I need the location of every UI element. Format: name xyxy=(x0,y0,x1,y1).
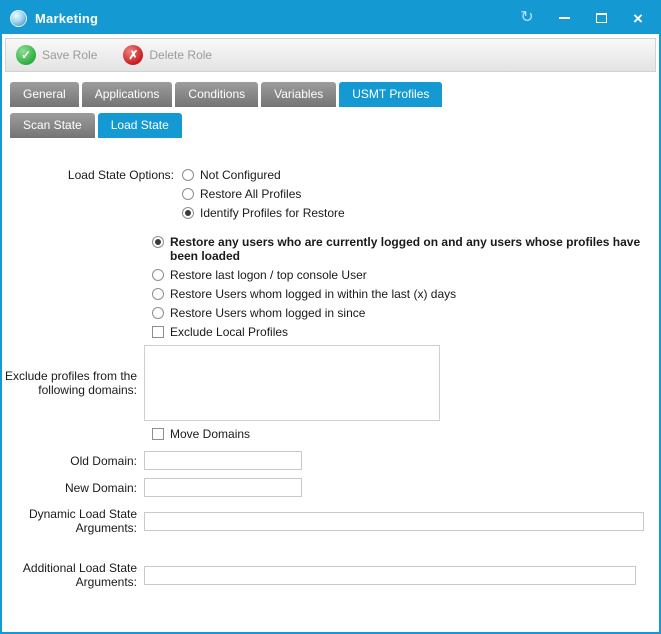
move-domains-label: Move Domains xyxy=(170,427,250,441)
save-check-icon: ✓ xyxy=(16,45,36,65)
load-state-options-group: Not Configured Restore All Profiles Iden… xyxy=(182,168,345,225)
window-controls: ↻ × xyxy=(520,9,645,27)
option-restore-since-label: Restore Users whom logged in since xyxy=(170,306,365,320)
close-button[interactable]: × xyxy=(631,9,645,27)
option-restore-last-x-days-label: Restore Users whom logged in within the … xyxy=(170,287,456,301)
delete-role-label: Delete Role xyxy=(149,48,212,62)
option-restore-logged-on-users-label: Restore any users who are currently logg… xyxy=(170,235,654,263)
exclude-domains-label: Exclude profiles from the following doma… xyxy=(2,369,144,397)
option-restore-last-x-days: Restore Users whom logged in within the … xyxy=(152,287,654,301)
toolbar: ✓ Save Role ✗ Delete Role xyxy=(5,38,656,72)
load-state-panel: Load State Options: Not Configured Resto… xyxy=(2,138,659,589)
radio-restore-all-profiles[interactable] xyxy=(182,188,194,200)
option-restore-all-profiles: Restore All Profiles xyxy=(182,187,345,201)
minimize-icon xyxy=(559,17,570,19)
old-domain-row: Old Domain: xyxy=(2,451,659,470)
option-restore-since: Restore Users whom logged in since xyxy=(152,306,654,320)
move-domains-row: Move Domains xyxy=(152,427,659,441)
new-domain-label: New Domain: xyxy=(2,481,144,495)
option-not-configured: Not Configured xyxy=(182,168,345,182)
save-role-label: Save Role xyxy=(42,48,97,62)
exclude-local-profiles-checkbox[interactable] xyxy=(152,326,164,338)
option-restore-logged-on-users: Restore any users who are currently logg… xyxy=(152,235,654,263)
exclude-domains-textarea[interactable] xyxy=(144,345,440,421)
save-role-button[interactable]: ✓ Save Role xyxy=(16,45,97,65)
marketing-role-window: Marketing ↻ × ✓ Save Role ✗ Delete Role … xyxy=(0,0,661,634)
app-icon xyxy=(10,10,27,27)
delete-role-button[interactable]: ✗ Delete Role xyxy=(123,45,212,65)
exclude-domains-row: Exclude profiles from the following doma… xyxy=(2,345,659,421)
maximize-button[interactable] xyxy=(594,9,608,27)
radio-identify-profiles[interactable] xyxy=(182,207,194,219)
option-restore-last-logon-label: Restore last logon / top console User xyxy=(170,268,367,282)
exclude-local-profiles-label: Exclude Local Profiles xyxy=(170,325,288,339)
dynamic-args-row: Dynamic Load State Arguments: xyxy=(2,507,659,535)
load-state-options-label: Load State Options: xyxy=(2,168,182,225)
tab-general[interactable]: General xyxy=(10,82,79,107)
option-restore-all-profiles-label: Restore All Profiles xyxy=(200,187,301,201)
radio-not-configured[interactable] xyxy=(182,169,194,181)
new-domain-row: New Domain: xyxy=(2,478,659,497)
close-icon: × xyxy=(633,10,643,27)
minimize-button[interactable] xyxy=(557,9,571,27)
old-domain-label: Old Domain: xyxy=(2,454,144,468)
option-restore-last-logon: Restore last logon / top console User xyxy=(152,268,654,282)
old-domain-input[interactable] xyxy=(144,451,302,470)
tab-load-state[interactable]: Load State xyxy=(98,113,182,138)
additional-args-row: Additional Load State Arguments: xyxy=(2,561,659,589)
delete-x-icon: ✗ xyxy=(123,45,143,65)
maximize-icon xyxy=(596,13,607,23)
radio-restore-last-logon[interactable] xyxy=(152,269,164,281)
refresh-button[interactable]: ↻ xyxy=(520,9,534,27)
radio-restore-since[interactable] xyxy=(152,307,164,319)
option-identify-profiles-label: Identify Profiles for Restore xyxy=(200,206,345,220)
dynamic-args-label: Dynamic Load State Arguments: xyxy=(2,507,144,535)
tab-applications[interactable]: Applications xyxy=(82,82,173,107)
option-not-configured-label: Not Configured xyxy=(200,168,281,182)
new-domain-input[interactable] xyxy=(144,478,302,497)
additional-args-input[interactable] xyxy=(144,566,636,585)
radio-restore-logged-on-users[interactable] xyxy=(152,236,164,248)
exclude-local-profiles-row: Exclude Local Profiles xyxy=(152,325,659,339)
radio-restore-last-x-days[interactable] xyxy=(152,288,164,300)
additional-args-label: Additional Load State Arguments: xyxy=(2,561,144,589)
load-state-options-row: Load State Options: Not Configured Resto… xyxy=(2,168,659,225)
secondary-tab-strip: Scan State Load State xyxy=(10,113,659,138)
titlebar: Marketing ↻ × xyxy=(2,2,659,34)
tab-conditions[interactable]: Conditions xyxy=(175,82,258,107)
primary-tab-strip: General Applications Conditions Variable… xyxy=(10,82,659,107)
refresh-icon: ↻ xyxy=(520,10,533,26)
dynamic-args-input[interactable] xyxy=(144,512,644,531)
option-identify-profiles: Identify Profiles for Restore xyxy=(182,206,345,220)
tab-scan-state[interactable]: Scan State xyxy=(10,113,95,138)
window-title: Marketing xyxy=(35,11,98,26)
restore-options-group: Restore any users who are currently logg… xyxy=(152,235,654,320)
tab-variables[interactable]: Variables xyxy=(261,82,336,107)
tab-usmt-profiles[interactable]: USMT Profiles xyxy=(339,82,442,107)
move-domains-checkbox[interactable] xyxy=(152,428,164,440)
